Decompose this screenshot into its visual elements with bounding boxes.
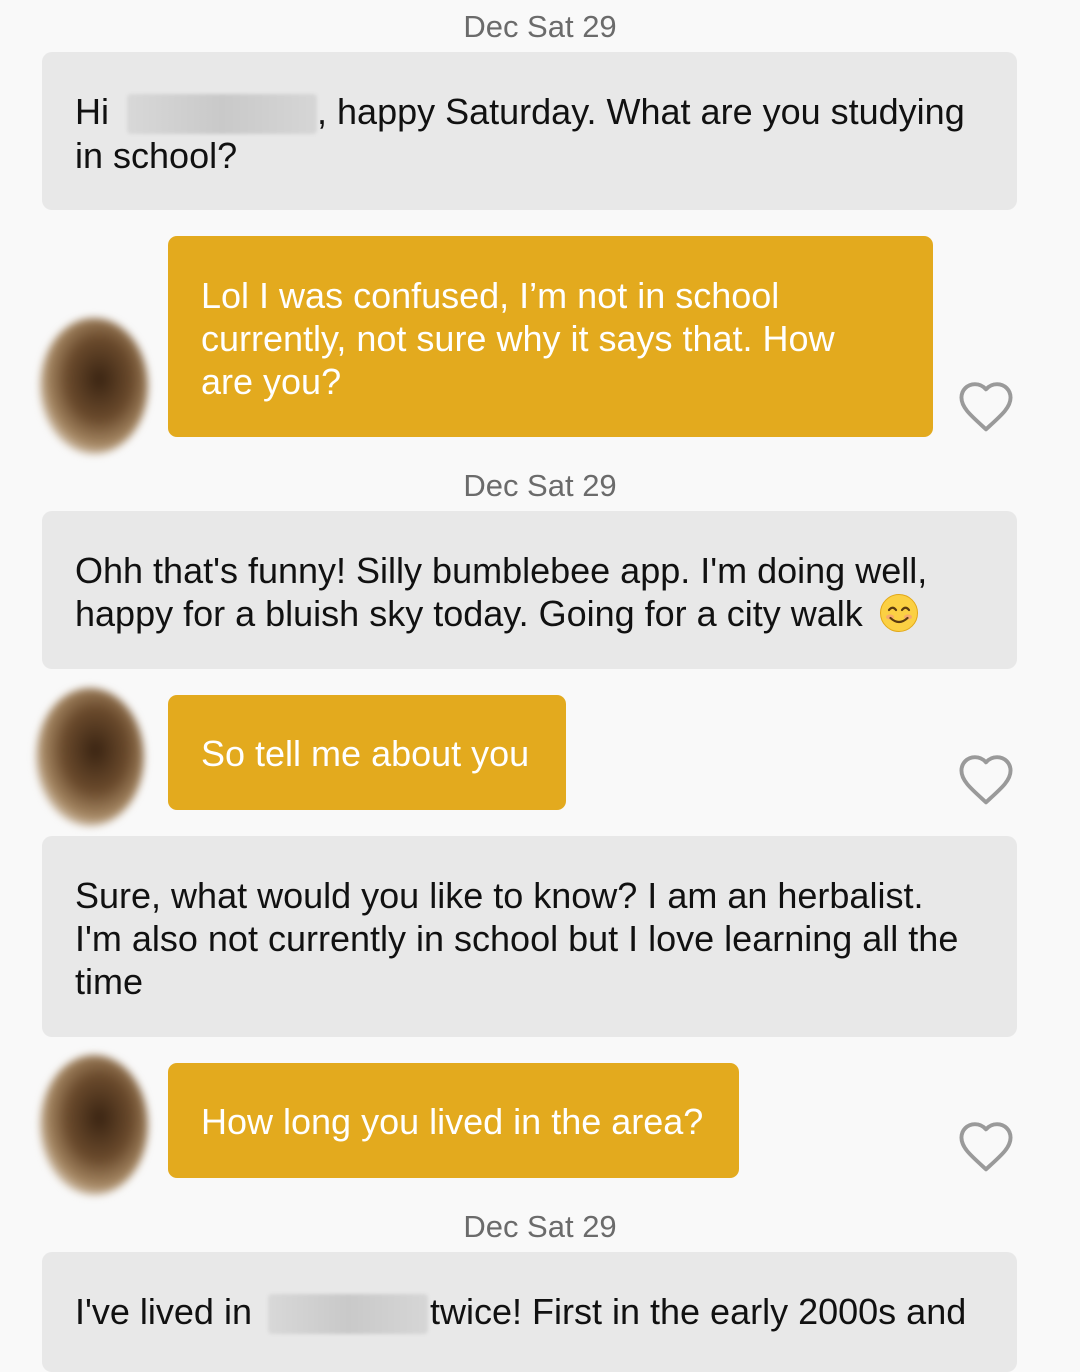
avatar[interactable]	[40, 1055, 148, 1195]
message-text: , happy Saturday. What are you studying	[317, 91, 965, 132]
message-text: twice! First in the early 2000s and	[429, 1291, 967, 1332]
message-text-line: Lol I was confused, I’m not in school	[201, 275, 780, 316]
outgoing-message-bubble[interactable]: How long you lived in the area?	[168, 1063, 739, 1178]
incoming-message-bubble[interactable]: I've lived in twice! First in the early …	[42, 1252, 1017, 1372]
incoming-message-bubble[interactable]: Hi , happy Saturday. What are you studyi…	[42, 52, 1017, 210]
message-text-line: are you?	[201, 361, 342, 402]
heart-outline-icon[interactable]	[956, 1119, 1016, 1173]
redacted-location	[267, 1294, 428, 1335]
message-text: I've lived in	[75, 1291, 252, 1332]
chat-thread[interactable]: Dec Sat 29 Hi , happy Saturday. What are…	[0, 0, 1080, 1372]
message-text-line: So tell me about you	[201, 733, 530, 774]
outgoing-message-bubble[interactable]: Lol I was confused, I’m not in school cu…	[168, 236, 933, 437]
message-text-line: in school?	[75, 135, 238, 177]
message-text-line: Hi , happy Saturday. What are you studyi…	[75, 90, 985, 135]
heart-outline-icon[interactable]	[956, 752, 1016, 806]
message-text-line: I've lived in twice! First in the early …	[75, 1290, 985, 1335]
message-text-line: happy for a bluish sky today. Going for …	[75, 592, 985, 635]
outgoing-message-bubble[interactable]: So tell me about you	[168, 695, 566, 810]
message-text-line: How long you lived in the area?	[201, 1101, 704, 1142]
message-text-line: Sure, what would you like to know? I am …	[75, 875, 924, 916]
date-separator: Dec Sat 29	[463, 468, 617, 503]
message-text-line: Ohh that's funny! Silly bumblebee app. I…	[75, 550, 928, 591]
date-separator: Dec Sat 29	[463, 9, 617, 44]
message-text: Hi	[75, 91, 109, 132]
message-text-line: time	[75, 961, 144, 1002]
redacted-name	[127, 94, 318, 135]
message-text-line: currently, not sure why it says that. Ho…	[201, 318, 835, 359]
heart-outline-icon[interactable]	[956, 379, 1016, 433]
message-text-line: I'm also not currently in school but I l…	[75, 918, 959, 959]
incoming-message-bubble[interactable]: Ohh that's funny! Silly bumblebee app. I…	[42, 511, 1017, 669]
avatar[interactable]	[40, 318, 148, 454]
incoming-message-bubble[interactable]: Sure, what would you like to know? I am …	[42, 836, 1017, 1037]
message-text: happy for a bluish sky today. Going for …	[75, 593, 863, 634]
date-separator: Dec Sat 29	[463, 1209, 617, 1244]
smiling-face-emoji	[879, 594, 918, 632]
avatar[interactable]	[36, 688, 144, 826]
